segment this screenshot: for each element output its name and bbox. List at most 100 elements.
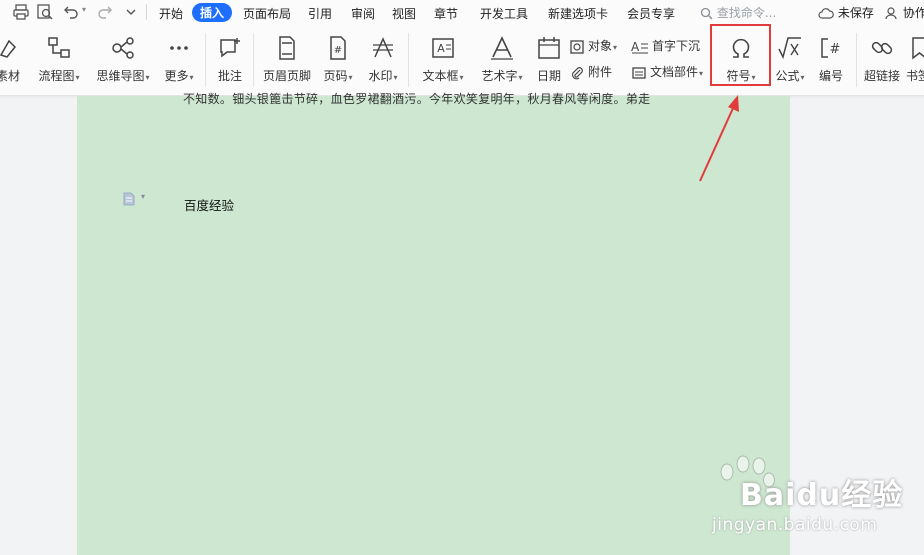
wordart-icon <box>491 36 513 60</box>
watermark-url: jingyan.baidu.com <box>712 515 878 535</box>
tab-home[interactable]: 开始 <box>159 5 183 22</box>
flowchart-icon <box>48 37 70 58</box>
symbol-highlight-box <box>710 24 771 86</box>
document-text[interactable]: 百度经验 <box>184 195 234 214</box>
svg-text:A: A <box>437 42 445 55</box>
page-number-label: 页码 <box>323 69 348 83</box>
comment-icon <box>220 38 240 58</box>
save-status[interactable]: 未保存 <box>818 4 874 21</box>
paperclip-icon <box>571 66 583 79</box>
document-page[interactable]: 不知数。钿头银篦击节碎，血色罗裙翻酒污。今年欢笑复明年，秋月春风等闲度。弟走 ▾… <box>77 92 790 555</box>
material-icon <box>0 39 17 58</box>
date-button[interactable]: 日期 <box>532 25 566 95</box>
date-label: 日期 <box>536 69 561 83</box>
tab-view[interactable]: 视图 <box>392 5 416 22</box>
search-icon <box>700 7 713 20</box>
menu-bar: ▾ 开始 插入 页面布局 引用 审阅 视图 章节 开发工具 新建选项卡 会员专享… <box>0 0 924 25</box>
print-preview-icon[interactable] <box>36 3 54 21</box>
more-button[interactable]: 更多▾ <box>160 25 198 95</box>
comment-label: 批注 <box>217 69 242 83</box>
tab-review[interactable]: 审阅 <box>351 5 375 22</box>
textbox-button[interactable]: A 文本框▾ <box>416 25 470 95</box>
tab-insert[interactable]: 插入 <box>192 3 233 22</box>
dropcap-button[interactable]: A 首字下沉 <box>631 37 700 57</box>
tab-developer[interactable]: 开发工具 <box>480 5 528 22</box>
watermark-button[interactable]: 水印▾ <box>362 25 404 95</box>
material-button[interactable]: 素材 <box>0 25 22 95</box>
doc-parts-icon <box>632 66 646 79</box>
wordart-label: 艺术字 <box>481 69 518 83</box>
comment-button[interactable]: 批注 <box>212 25 248 95</box>
collaborate-label: 协作 <box>902 6 924 20</box>
undo-dropdown-icon[interactable]: ▾ <box>82 5 86 14</box>
tab-new-tab[interactable]: 新建选项卡 <box>548 5 608 22</box>
object-icon <box>570 39 584 54</box>
mindmap-label: 思维导图 <box>96 69 145 83</box>
document-partial-line: 不知数。钿头银篦击节碎，血色罗裙翻酒污。今年欢笑复明年，秋月春风等闲度。弟走 <box>183 92 651 106</box>
watermark-brand: Baidu经验 <box>740 478 904 513</box>
menu-separator <box>146 4 147 20</box>
calendar-icon <box>538 37 560 59</box>
bookmark-icon <box>912 37 924 60</box>
tab-references[interactable]: 引用 <box>308 5 332 22</box>
bookmark-label: 书签 <box>906 69 924 83</box>
flowchart-button[interactable]: 流程图▾ <box>34 25 84 95</box>
ribbon-separator <box>856 33 857 87</box>
customize-toolbar-icon[interactable] <box>122 3 140 21</box>
print-icon[interactable] <box>12 3 30 21</box>
object-label: 对象 <box>588 39 613 53</box>
link-icon <box>871 41 893 55</box>
object-button[interactable]: 对象▾ <box>569 37 617 57</box>
header-footer-button[interactable]: 页眉页脚 <box>258 25 316 95</box>
paragraph-layout-icon[interactable] <box>123 192 135 206</box>
watermark-label: 水印 <box>368 69 393 83</box>
hyperlink-button[interactable]: 超链接 <box>862 25 902 95</box>
attachment-label: 附件 <box>588 65 613 79</box>
doc-parts-label: 文档部件 <box>650 65 699 79</box>
search-placeholder: 查找命令... <box>716 6 777 20</box>
hyperlink-label: 超链接 <box>863 69 900 83</box>
collaborate-button[interactable]: 协作 <box>885 4 924 21</box>
mindmap-button[interactable]: 思维导图▾ <box>92 25 154 95</box>
dropcap-label: 首字下沉 <box>652 39 701 53</box>
undo-icon[interactable] <box>62 3 80 21</box>
ribbon-separator <box>408 33 409 87</box>
formula-label: 公式 <box>775 69 800 83</box>
numbering-icon: # <box>821 38 841 58</box>
textbox-label: 文本框 <box>422 69 459 83</box>
doc-parts-button[interactable]: 文档部件▾ <box>631 63 703 83</box>
numbering-label: 编号 <box>818 69 843 83</box>
dropcap-icon: A <box>631 40 648 54</box>
paragraph-layout-dropdown-icon[interactable]: ▾ <box>141 192 145 201</box>
header-footer-icon <box>279 36 295 60</box>
wordart-button[interactable]: 艺术字▾ <box>474 25 530 95</box>
redo-icon[interactable] <box>96 3 114 21</box>
numbering-button[interactable]: # 编号 <box>812 25 850 95</box>
cloud-icon <box>818 8 834 19</box>
tab-page-layout[interactable]: 页面布局 <box>243 5 291 22</box>
more-icon <box>170 46 188 50</box>
textbox-icon: A <box>432 38 454 58</box>
page-number-button[interactable]: # 页码▾ <box>318 25 358 95</box>
command-search[interactable]: 查找命令... <box>700 4 776 21</box>
tab-member[interactable]: 会员专享 <box>627 5 675 22</box>
formula-icon <box>778 37 801 60</box>
mindmap-icon <box>112 37 134 59</box>
svg-text:#: # <box>830 42 841 57</box>
ribbon-separator <box>205 33 206 87</box>
tab-section[interactable]: 章节 <box>434 5 458 22</box>
user-icon <box>885 7 897 20</box>
formula-button[interactable]: 公式▾ <box>771 25 809 95</box>
ribbon-separator <box>253 33 254 87</box>
attachment-button[interactable]: 附件 <box>569 63 612 83</box>
header-footer-label: 页眉页脚 <box>262 69 311 83</box>
bookmark-button[interactable]: 书签 <box>904 25 924 95</box>
svg-text:#: # <box>334 45 342 56</box>
insert-ribbon: 素材 流程图▾ 思维导图▾ 更多▾ 批注 页眉页脚 # 页码▾ 水印▾ A 文本… <box>0 25 924 96</box>
flowchart-label: 流程图 <box>38 69 75 83</box>
watermark-icon <box>373 37 393 58</box>
svg-text:A: A <box>631 40 640 54</box>
page-number-icon: # <box>330 36 346 60</box>
material-label: 素材 <box>0 69 20 83</box>
save-status-label: 未保存 <box>837 6 874 20</box>
